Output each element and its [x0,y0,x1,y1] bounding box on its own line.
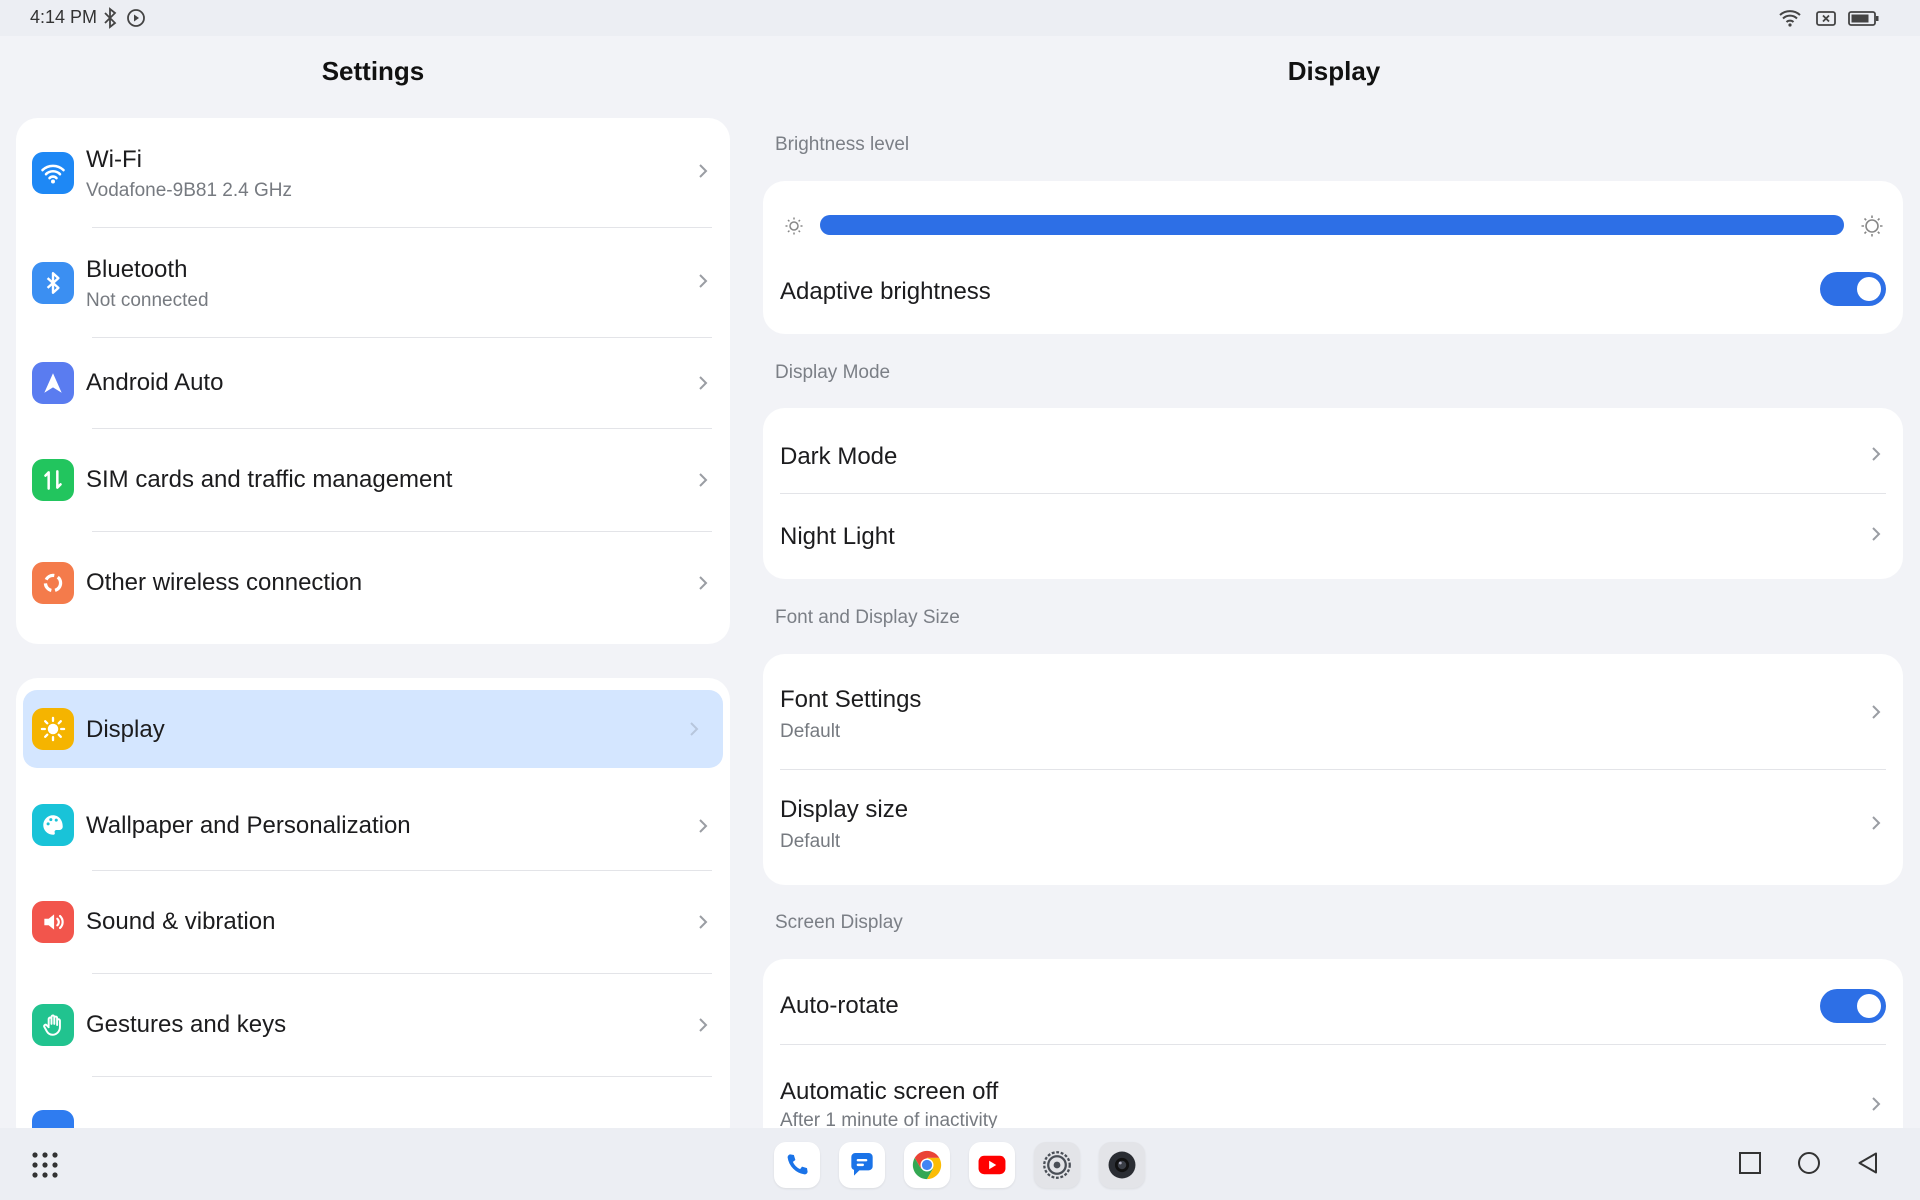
night-light-label: Night Light [780,523,895,550]
messages-icon[interactable] [839,1142,885,1188]
chevron-right-icon [699,576,708,590]
screen-off-item[interactable]: Automatic screen off After 1 minute of i… [763,1045,1903,1128]
wifi-icon [32,152,74,194]
wireless-connection-icon [32,562,74,604]
home-button[interactable] [1796,1150,1822,1176]
dark-mode-label: Dark Mode [780,443,898,470]
auto-rotate-toggle[interactable] [1820,989,1886,1023]
status-bar [0,0,1920,36]
youtube-icon[interactable] [969,1142,1015,1188]
other-wireless-label: Other wireless connection [86,569,363,596]
display-size-label: Display size [780,796,909,823]
display-item[interactable]: Display [23,690,723,768]
adaptive-brightness-label: Adaptive brightness [780,278,991,305]
other-wireless-item[interactable]: Other wireless connection [16,532,730,634]
display-sun-icon [32,708,74,750]
android-auto-icon [32,362,74,404]
hand-icon [32,1004,74,1046]
screen-off-value: After 1 minute of inactivity [780,1110,998,1128]
recents-button[interactable] [1737,1150,1763,1176]
brightness-card: Adaptive brightness [763,181,1903,334]
palette-icon [32,804,74,846]
status-time: 4:14 PM [30,7,98,27]
navigation-bar [0,1128,1920,1200]
chevron-right-icon [699,819,708,833]
bluetooth-status-icon [104,7,117,29]
sim-cards-item[interactable]: SIM cards and traffic management [16,429,730,531]
device-card: Display Wallpaper and Personalization So… [16,678,730,1148]
android-auto-item[interactable]: Android Auto [16,338,730,428]
adaptive-brightness-toggle[interactable] [1820,272,1886,306]
chevron-right-icon [1872,705,1881,719]
chevron-right-icon [1872,527,1881,541]
chrome-icon[interactable] [904,1142,950,1188]
settings-app-icon[interactable] [1034,1142,1080,1188]
display-size-item[interactable]: Display size Default [763,770,1903,885]
brightness-high-icon [1861,215,1883,237]
settings-title: Settings [321,56,425,86]
chevron-right-icon [699,164,708,178]
display-title: Display [1287,56,1381,86]
font-settings-item[interactable]: Font Settings Default [763,654,1903,769]
chevron-right-icon [699,274,708,288]
gestures-item[interactable]: Gestures and keys [16,974,730,1076]
sound-item[interactable]: Sound & vibration [16,871,730,973]
display-mode-section-label: Display Mode [775,362,891,383]
bluetooth-label: Bluetooth [86,256,188,283]
auto-rotate-item: Auto-rotate [763,959,1903,1044]
font-settings-label: Font Settings [780,686,922,713]
bluetooth-icon [32,262,74,304]
back-button[interactable] [1855,1150,1881,1176]
bluetooth-status: Not connected [86,290,209,311]
sim-cards-label: SIM cards and traffic management [86,466,453,493]
display-label: Display [86,716,165,743]
brightness-low-icon [785,217,803,235]
chevron-right-icon [699,915,708,929]
chevron-right-icon [1872,447,1881,461]
play-status-icon [127,9,145,27]
display-size-value: Default [780,831,841,852]
camera-icon[interactable] [1099,1142,1145,1188]
chevron-right-icon [690,722,699,736]
sim-traffic-icon [32,459,74,501]
wifi-item[interactable]: Wi-Fi Vodafone-9B81 2.4 GHz [16,118,730,228]
wallpaper-label: Wallpaper and Personalization [86,812,411,839]
wifi-label: Wi-Fi [86,146,142,173]
battery-status-icon [1848,11,1879,26]
brightness-section-label: Brightness level [775,134,910,155]
connectivity-card: Wi-Fi Vodafone-9B81 2.4 GHz Bluetooth No… [16,118,730,644]
wifi-status-icon [1779,10,1801,27]
brightness-slider-fill [820,215,1844,235]
divider [92,1076,712,1077]
font-size-section-label: Font and Display Size [775,607,960,628]
dark-mode-item[interactable]: Dark Mode [763,408,1903,493]
screen-off-label: Automatic screen off [780,1078,999,1105]
speaker-icon [32,901,74,943]
chevron-right-icon [1872,816,1881,830]
screen-display-card: Auto-rotate Automatic screen off After 1… [763,959,1903,1128]
gestures-label: Gestures and keys [86,1011,287,1038]
auto-rotate-label: Auto-rotate [780,992,899,1019]
sound-label: Sound & vibration [86,908,276,935]
chevron-right-icon [699,376,708,390]
android-auto-label: Android Auto [86,369,224,396]
bluetooth-item[interactable]: Bluetooth Not connected [16,228,730,338]
chevron-right-icon [699,1018,708,1032]
chevron-right-icon [1872,1097,1881,1111]
screen-display-section-label: Screen Display [775,912,903,933]
display-mode-card: Dark Mode Night Light [763,408,1903,579]
font-settings-value: Default [780,721,841,742]
phone-icon[interactable] [774,1142,820,1188]
no-sim-status-icon [1816,11,1836,26]
wifi-network: Vodafone-9B81 2.4 GHz [86,180,292,201]
font-size-card: Font Settings Default Display size Defau… [763,654,1903,885]
brightness-slider[interactable] [820,215,1844,235]
chevron-right-icon [699,473,708,487]
night-light-item[interactable]: Night Light [763,494,1903,579]
app-drawer-icon[interactable] [30,1150,60,1180]
wallpaper-item[interactable]: Wallpaper and Personalization [16,774,730,874]
